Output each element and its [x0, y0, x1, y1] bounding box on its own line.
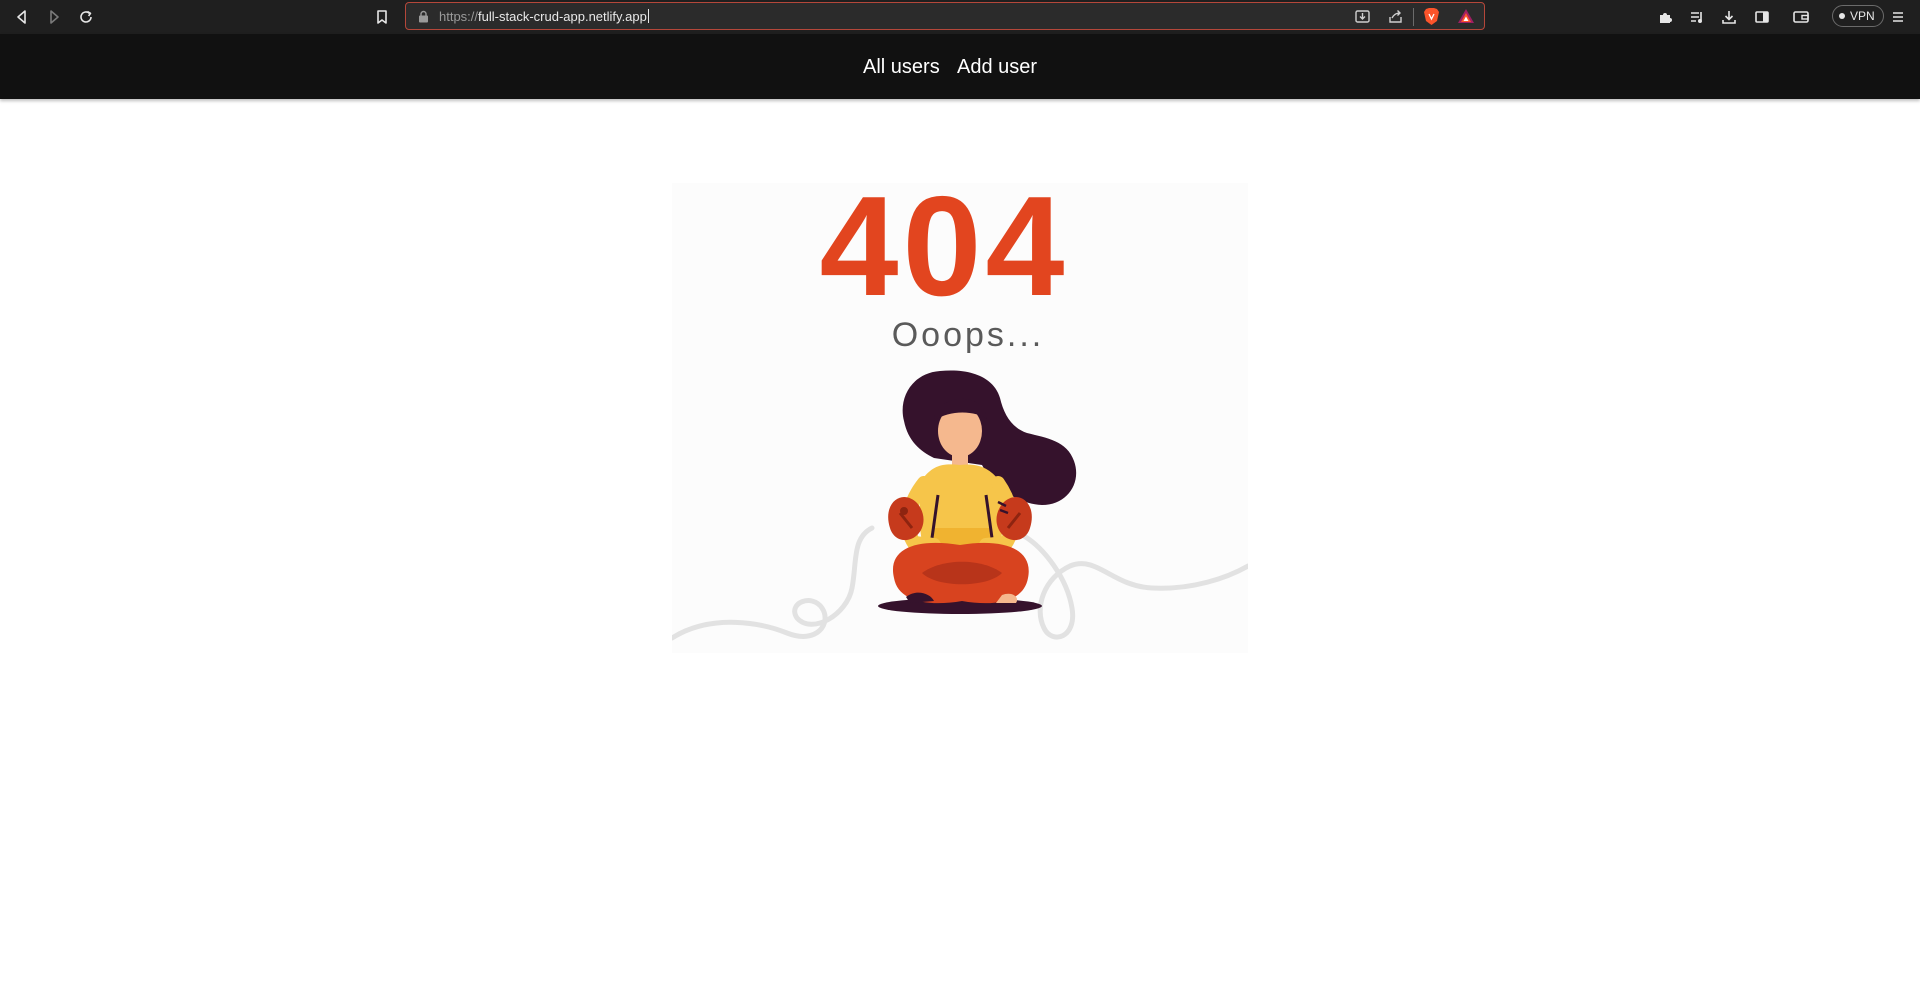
brave-rewards-icon[interactable] [1457, 8, 1475, 30]
toolbar-separator [1413, 8, 1414, 26]
playlist-icon[interactable] [1684, 4, 1710, 30]
vpn-status-dot [1839, 13, 1845, 19]
vpn-label: VPN [1850, 9, 1875, 23]
url-host: full-stack-crud-app.netlify.app [478, 9, 647, 24]
lock-icon[interactable] [418, 10, 429, 28]
site-navbar: All users Add user [0, 34, 1920, 99]
share-icon[interactable] [1387, 8, 1404, 30]
text-caret [647, 9, 649, 23]
wallet-icon[interactable] [1788, 4, 1814, 30]
back-arrow-icon[interactable] [9, 4, 35, 30]
reload-icon[interactable] [73, 4, 99, 30]
nav-link-all-users[interactable]: All users [863, 56, 940, 79]
sidebar-icon[interactable] [1749, 4, 1775, 30]
nav-link-add-user[interactable]: Add user [957, 56, 1037, 79]
address-bar[interactable]: https://full-stack-crud-app.netlify.app [405, 2, 1485, 30]
brave-shield-icon[interactable] [1423, 7, 1440, 31]
plug-right [996, 497, 1032, 541]
download-icon[interactable] [1716, 4, 1742, 30]
puzzle-icon[interactable] [1653, 4, 1679, 30]
error-404-illustration: 404 Ooops... [672, 183, 1248, 653]
error-message: Ooops... [892, 316, 1045, 354]
hamburger-menu-icon[interactable] [1885, 4, 1911, 30]
url-text[interactable]: https://full-stack-crud-app.netlify.app [439, 9, 649, 24]
bookmark-icon[interactable] [369, 4, 395, 30]
install-app-icon[interactable] [1354, 8, 1371, 30]
browser-toolbar: https://full-stack-crud-app.netlify.app … [0, 0, 1920, 34]
error-code: 404 [820, 183, 1069, 326]
forward-arrow-icon[interactable] [41, 4, 67, 30]
url-scheme: https:// [439, 9, 479, 24]
vpn-button[interactable]: VPN [1832, 5, 1884, 27]
